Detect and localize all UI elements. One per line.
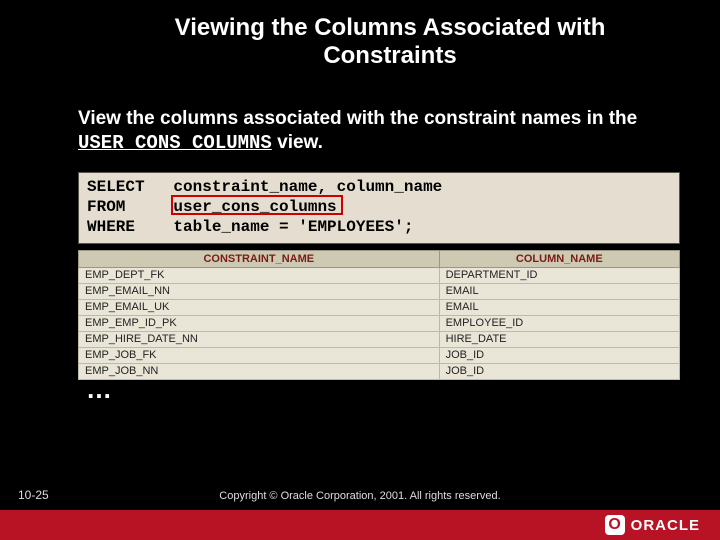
oracle-logo-text: ORACLE — [631, 517, 700, 534]
ellipsis: … — [86, 382, 720, 398]
cell: DEPARTMENT_ID — [439, 267, 679, 283]
table-header-row: CONSTRAINT_NAME COLUMN_NAME — [79, 250, 680, 267]
table-row: EMP_HIRE_DATE_NNHIRE_DATE — [79, 331, 680, 347]
cell: EMP_EMP_ID_PK — [79, 315, 440, 331]
table-row: EMP_EMP_ID_PKEMPLOYEE_ID — [79, 315, 680, 331]
cell: EMP_DEPT_FK — [79, 267, 440, 283]
sql-select-cols: constraint_name, column_name — [173, 178, 442, 196]
sql-from-kw: FROM — [87, 198, 125, 216]
cell: EMP_JOB_FK — [79, 347, 440, 363]
cell: EMP_EMAIL_UK — [79, 299, 440, 315]
cell: HIRE_DATE — [439, 331, 679, 347]
oracle-logo-icon: O — [605, 515, 625, 535]
cell: EMPLOYEE_ID — [439, 315, 679, 331]
col-header-constraint: CONSTRAINT_NAME — [79, 250, 440, 267]
cell: JOB_ID — [439, 347, 679, 363]
title-line-1: Viewing the Columns Associated with — [175, 14, 606, 41]
cell: EMP_EMAIL_NN — [79, 283, 440, 299]
col-header-column: COLUMN_NAME — [439, 250, 679, 267]
sql-code-block: SELECT constraint_name, column_name FROM… — [78, 172, 680, 244]
sql-select-kw: SELECT — [87, 178, 145, 196]
slide-title: Viewing the Columns Associated with Cons… — [0, 0, 720, 79]
results-table: CONSTRAINT_NAME COLUMN_NAME EMP_DEPT_FKD… — [78, 250, 680, 380]
table-row: EMP_EMAIL_UKEMAIL — [79, 299, 680, 315]
table-row: EMP_DEPT_FKDEPARTMENT_ID — [79, 267, 680, 283]
subtitle-suffix: view. — [272, 132, 323, 153]
table-row: EMP_JOB_FKJOB_ID — [79, 347, 680, 363]
cell: JOB_ID — [439, 363, 679, 379]
oracle-logo: O ORACLE — [605, 513, 700, 537]
subtitle-prefix: View the columns associated with the con… — [78, 108, 637, 129]
slide-subtitle: View the columns associated with the con… — [0, 79, 720, 168]
sql-from-table: user_cons_columns — [173, 198, 336, 216]
table-row: EMP_JOB_NNJOB_ID — [79, 363, 680, 379]
cell: EMAIL — [439, 299, 679, 315]
cell: EMP_HIRE_DATE_NN — [79, 331, 440, 347]
footer: 10-25 Copyright © Oracle Corporation, 20… — [0, 480, 720, 540]
slide: Viewing the Columns Associated with Cons… — [0, 0, 720, 540]
cell: EMAIL — [439, 283, 679, 299]
copyright: Copyright © Oracle Corporation, 2001. Al… — [0, 490, 720, 502]
title-line-2: Constraints — [323, 42, 456, 69]
subtitle-view-name: USER_CONS_COLUMNS — [78, 132, 272, 154]
table-row: EMP_EMAIL_NNEMAIL — [79, 283, 680, 299]
sql-where-kw: WHERE — [87, 218, 135, 236]
cell: EMP_JOB_NN — [79, 363, 440, 379]
sql-where-cond: table_name = 'EMPLOYEES'; — [173, 218, 413, 236]
